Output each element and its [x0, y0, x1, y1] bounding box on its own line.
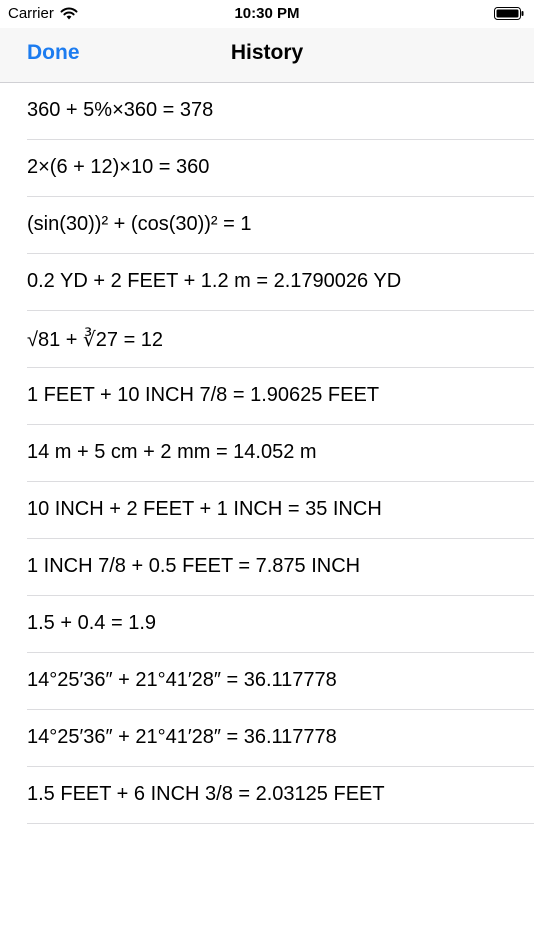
history-item[interactable]: √81 + ∛27 = 12 — [0, 311, 534, 368]
history-expression: 14°25′36″ + 21°41′28″ = 36.117778 — [27, 726, 337, 748]
status-bar: Carrier 10:30 PM — [0, 0, 534, 28]
status-time: 10:30 PM — [234, 5, 300, 22]
history-expression: 1 FEET + 10 INCH 7/8 = 1.90625 FEET — [27, 384, 380, 406]
history-item[interactable]: 14°25′36″ + 21°41′28″ = 36.117778 — [0, 710, 534, 767]
history-expression: 360 + 5%×360 = 378 — [27, 99, 214, 121]
history-item[interactable]: (sin(30))² + (cos(30))² = 1 — [0, 197, 534, 254]
history-expression: 14°25′36″ + 21°41′28″ = 36.117778 — [27, 669, 337, 691]
history-item[interactable]: 360 + 5%×360 = 378 — [0, 83, 534, 140]
battery-icon — [494, 7, 524, 20]
history-expression: (sin(30))² + (cos(30))² = 1 — [27, 213, 252, 235]
history-item[interactable]: 0.2 YD + 2 FEET + 1.2 m = 2.1790026 YD — [0, 254, 534, 311]
history-item[interactable]: 14 m + 5 cm + 2 mm = 14.052 m — [0, 425, 534, 482]
history-expression: 2×(6 + 12)×10 = 360 — [27, 156, 210, 178]
navigation-bar: Done History — [0, 28, 534, 83]
history-item[interactable]: 14°25′36″ + 21°41′28″ = 36.117778 — [0, 653, 534, 710]
history-item[interactable]: 1.5 + 0.4 = 1.9 — [0, 596, 534, 653]
history-expression: 10 INCH + 2 FEET + 1 INCH = 35 INCH — [27, 498, 382, 520]
history-item[interactable]: 10 INCH + 2 FEET + 1 INCH = 35 INCH — [0, 482, 534, 539]
history-item[interactable]: 2×(6 + 12)×10 = 360 — [0, 140, 534, 197]
history-item[interactable]: 1.5 FEET + 6 INCH 3/8 = 2.03125 FEET — [0, 767, 534, 824]
history-expression: 0.2 YD + 2 FEET + 1.2 m = 2.1790026 YD — [27, 270, 402, 292]
history-expression: 14 m + 5 cm + 2 mm = 14.052 m — [27, 441, 317, 463]
history-expression: 1.5 FEET + 6 INCH 3/8 = 2.03125 FEET — [27, 783, 385, 805]
history-expression: 1.5 + 0.4 = 1.9 — [27, 612, 156, 634]
history-expression: 1 INCH 7/8 + 0.5 FEET = 7.875 INCH — [27, 555, 361, 577]
page-title: History — [230, 41, 304, 64]
history-item[interactable]: 1 FEET + 10 INCH 7/8 = 1.90625 FEET — [0, 368, 534, 425]
history-expression: √81 + ∛27 = 12 — [27, 329, 164, 351]
history-list: 360 + 5%×360 = 378 2×(6 + 12)×10 = 360 (… — [0, 83, 534, 824]
history-item[interactable]: 1 INCH 7/8 + 0.5 FEET = 7.875 INCH — [0, 539, 534, 596]
